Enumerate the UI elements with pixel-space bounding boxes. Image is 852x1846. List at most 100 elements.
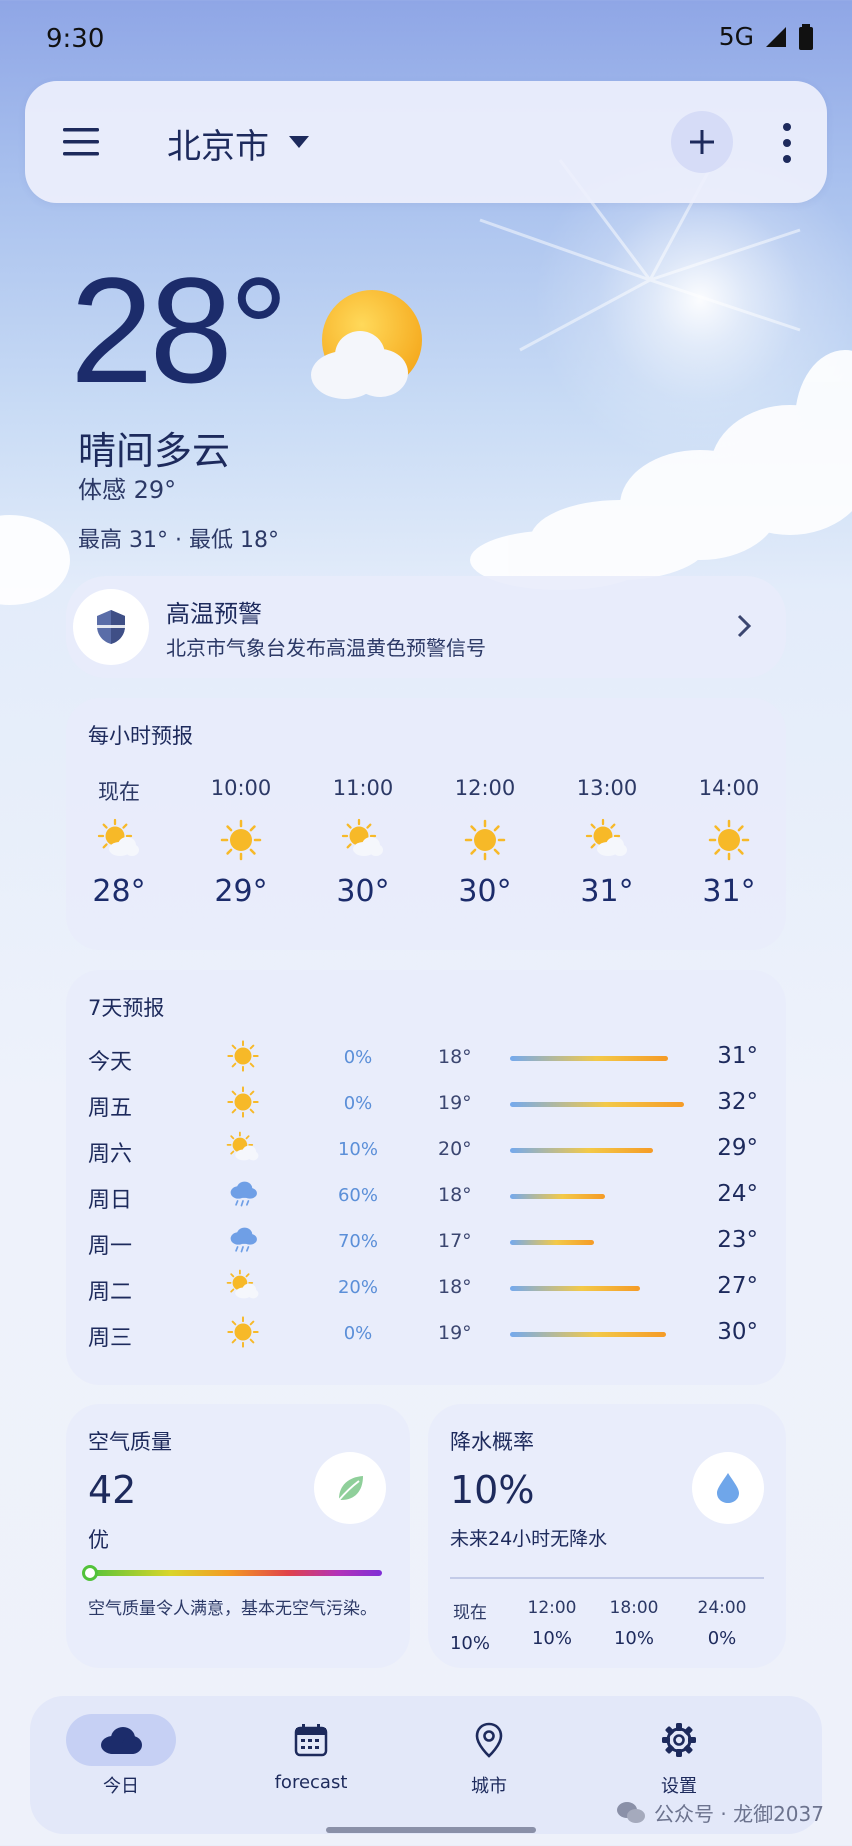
- hourly-time: 12:00: [454, 776, 516, 800]
- daily-high: 24°: [717, 1181, 758, 1207]
- aqi-scale: [88, 1570, 382, 1576]
- sun-icon: [226, 1085, 260, 1119]
- precip-value: 10%: [613, 1628, 654, 1649]
- daily-row[interactable]: 周五 0% 19° 32°: [66, 1082, 786, 1128]
- chevron-down-icon[interactable]: [287, 133, 311, 151]
- precipitation-title: 降水概率: [450, 1430, 534, 1454]
- nav-label: 设置: [661, 1776, 697, 1797]
- nav-item-city[interactable]: 城市: [429, 1714, 549, 1798]
- status-icons: 5G: [719, 22, 814, 51]
- drop-badge: [692, 1452, 764, 1524]
- water-drop-icon: [717, 1473, 739, 1503]
- daily-low: 20°: [438, 1138, 472, 1160]
- daily-high: 23°: [717, 1227, 758, 1253]
- daily-row[interactable]: 周三 0% 19° 30°: [66, 1312, 786, 1358]
- daily-day: 周一: [88, 1234, 133, 1259]
- nav-item-settings[interactable]: 设置: [619, 1714, 739, 1798]
- shield-icon: [97, 610, 125, 644]
- sun-icon: [226, 1315, 260, 1349]
- daily-row[interactable]: 周日 60% 18° 24°: [66, 1174, 786, 1220]
- aqi-level: 优: [88, 1528, 109, 1552]
- daily-low: 19°: [438, 1322, 472, 1344]
- more-vert-icon[interactable]: [777, 121, 797, 165]
- aqi-description: 空气质量令人满意，基本无空气污染。: [88, 1599, 377, 1619]
- nav-label: 城市: [471, 1776, 507, 1797]
- hourly-temp: 30°: [336, 874, 390, 909]
- sun-icon: [226, 1039, 260, 1073]
- nav-item-today[interactable]: 今日: [61, 1714, 181, 1798]
- daily-high: 32°: [717, 1089, 758, 1115]
- daily-low: 17°: [438, 1230, 472, 1252]
- daily-title: 7天预报: [88, 996, 165, 1020]
- hourly-title: 每小时预报: [88, 724, 193, 748]
- high-low: 最高 31° · 最低 18°: [78, 528, 279, 553]
- daily-precip: 20%: [337, 1277, 378, 1298]
- daily-high: 30°: [717, 1319, 758, 1345]
- wechat-icon: [617, 1801, 646, 1823]
- hourly-temp: 31°: [702, 874, 756, 909]
- nav-item-forecast[interactable]: forecast: [251, 1714, 371, 1793]
- city-selector[interactable]: 北京市: [167, 119, 269, 168]
- rain-icon: [226, 1177, 260, 1211]
- daily-row[interactable]: 周二 20% 18° 27°: [66, 1266, 786, 1312]
- precip-value: 0%: [707, 1628, 737, 1649]
- leaf-icon: [338, 1476, 363, 1501]
- location-pin-icon: [434, 1714, 544, 1766]
- partly-cloudy-icon: [97, 818, 141, 862]
- daily-row[interactable]: 今天 0% 18° 31°: [66, 1036, 786, 1082]
- daily-row[interactable]: 周一 70% 17° 23°: [66, 1220, 786, 1266]
- watermark-text: 公众号 · 龙御2037: [654, 1802, 824, 1826]
- air-quality-card[interactable]: 空气质量 42 优 空气质量令人满意，基本无空气污染。: [66, 1404, 410, 1668]
- home-indicator[interactable]: [326, 1827, 536, 1833]
- sun-icon: [463, 818, 507, 862]
- watermark: 公众号 · 龙御2037: [616, 1798, 824, 1827]
- plus-icon: [690, 130, 714, 154]
- temp-range-bar: [510, 1240, 594, 1245]
- alert-message: 北京市气象台发布高温黄色预警信号: [166, 636, 486, 660]
- battery-icon: [799, 23, 813, 50]
- alert-title: 高温预警: [166, 600, 262, 628]
- partly-cloudy-icon: [226, 1269, 260, 1303]
- hourly-temp: 30°: [458, 874, 512, 909]
- network-label: 5G: [718, 22, 754, 51]
- precip-time: 现在: [453, 1603, 487, 1623]
- nav-label: forecast: [274, 1772, 348, 1793]
- hourly-time: 14:00: [698, 776, 760, 800]
- daily-precip: 60%: [337, 1185, 378, 1206]
- signal-icon: [766, 26, 786, 47]
- feels-like: 体感 29°: [78, 476, 177, 504]
- sun-icon: [707, 818, 751, 862]
- daily-forecast-card: 7天预报 今天 0% 18° 31° 周五 0% 19° 32° 周六 10% 20…: [66, 970, 786, 1385]
- weather-alert-card[interactable]: 高温预警 北京市气象台发布高温黄色预警信号: [66, 576, 786, 678]
- daily-day: 周五: [88, 1096, 133, 1121]
- sun-icon: [219, 818, 263, 862]
- precipitation-point: 现在 10%: [440, 1598, 500, 1654]
- cloud-icon: [66, 1714, 176, 1766]
- precip-value: 10%: [449, 1633, 490, 1654]
- status-bar: 9:30 5G: [0, 0, 852, 76]
- partly-cloudy-icon: [311, 290, 422, 399]
- hourly-item: 10:00 29°: [191, 776, 291, 909]
- temp-range-bar: [510, 1286, 640, 1291]
- daily-row[interactable]: 周六 10% 20° 29°: [66, 1128, 786, 1174]
- daily-precip: 0%: [343, 1093, 373, 1114]
- nav-label: 今日: [103, 1776, 139, 1797]
- add-city-button[interactable]: [671, 111, 733, 173]
- precipitation-point: 24:00 0%: [692, 1598, 752, 1649]
- aqi-indicator: [82, 1565, 98, 1581]
- daily-precip: 10%: [337, 1139, 378, 1160]
- rain-icon: [226, 1223, 260, 1257]
- precipitation-summary: 未来24小时无降水: [450, 1528, 608, 1550]
- daily-precip: 70%: [337, 1231, 378, 1252]
- daily-precip: 0%: [343, 1047, 373, 1068]
- leaf-badge: [314, 1452, 386, 1524]
- temp-range-bar: [510, 1148, 653, 1153]
- menu-icon[interactable]: [61, 123, 107, 161]
- alert-badge: [73, 589, 149, 665]
- daily-day: 周三: [88, 1326, 133, 1351]
- precipitation-card[interactable]: 降水概率 10% 未来24小时无降水 现在 10% 12:00 10% 18:00 10%…: [428, 1404, 786, 1668]
- hourly-time: 13:00: [576, 776, 638, 800]
- hourly-temp: 28°: [92, 874, 146, 909]
- aqi-value: 42: [88, 1468, 137, 1512]
- hourly-item: 12:00 30°: [435, 776, 535, 909]
